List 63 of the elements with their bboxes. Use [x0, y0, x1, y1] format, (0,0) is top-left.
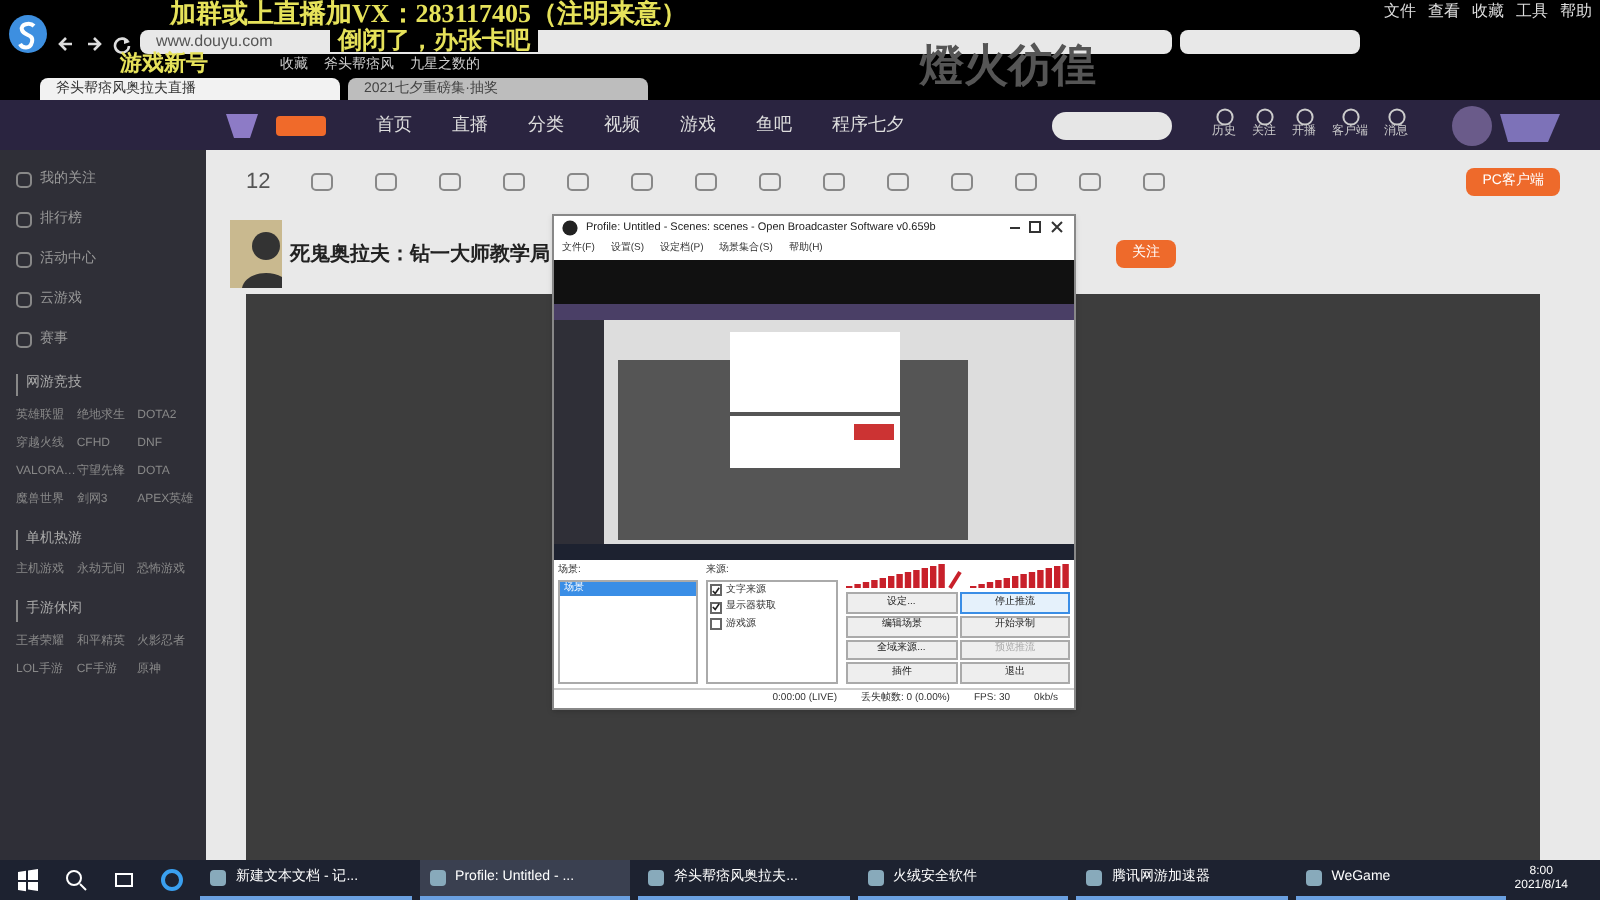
nav-link[interactable]: 程序七夕	[832, 111, 904, 139]
app-icon	[1084, 868, 1105, 888]
checkbox[interactable]	[710, 584, 722, 597]
shortcut-icon[interactable]	[758, 170, 783, 194]
shortcut-icon[interactable]	[374, 170, 399, 194]
nav-link[interactable]: 游戏	[680, 111, 716, 139]
overlay-text: 游戏新号	[120, 54, 208, 76]
app-icon	[646, 868, 667, 888]
menu-item[interactable]: 文件	[1384, 0, 1416, 24]
circle-icon	[1295, 108, 1313, 127]
nav-link[interactable]: 首页	[376, 111, 412, 139]
app-icon	[427, 868, 448, 888]
app-icon	[208, 868, 228, 888]
overlay-text: 加群或上直播加VX：283117405（注明来意）	[170, 0, 688, 26]
browser-icon[interactable]	[160, 868, 184, 892]
shortcut-icon[interactable]	[566, 170, 591, 194]
nav-link[interactable]: 直播	[452, 111, 488, 139]
circle-icon	[1341, 108, 1359, 127]
menu-item[interactable]: 收藏	[1472, 0, 1504, 24]
circle-icon	[1387, 108, 1405, 127]
nav-link[interactable]: 鱼吧	[756, 111, 792, 139]
refresh-icon[interactable]	[112, 34, 132, 54]
square-icon	[16, 172, 32, 188]
browser-logo-icon[interactable]	[8, 14, 48, 54]
nav-link[interactable]: 分类	[528, 111, 564, 139]
square-icon	[16, 212, 32, 228]
app-icon	[1303, 868, 1324, 888]
shortcut-icon[interactable]	[630, 170, 655, 194]
search-icon[interactable]	[64, 868, 88, 892]
search-field[interactable]	[1052, 111, 1172, 139]
shortcut-icon[interactable]	[886, 170, 911, 194]
circle-icon	[1255, 108, 1273, 127]
square-icon	[16, 332, 32, 348]
task-view-icon[interactable]	[112, 868, 136, 892]
stream-title: 死鬼奥拉夫：钻一大师教学局	[290, 241, 550, 269]
app-icon	[865, 868, 886, 888]
shortcut-icon[interactable]	[310, 170, 335, 194]
search-field[interactable]	[1180, 30, 1360, 54]
ranking-count: 12	[246, 167, 271, 198]
window-controls-icon[interactable]	[1006, 220, 1066, 236]
avatar-icon[interactable]	[230, 220, 282, 288]
windows-start-icon[interactable]	[16, 868, 40, 892]
square-icon	[16, 252, 32, 268]
shortcut-icon[interactable]	[950, 170, 975, 194]
shortcut-icon[interactable]	[502, 170, 527, 194]
shortcut-icon[interactable]	[694, 170, 719, 194]
back-icon[interactable]	[56, 34, 76, 54]
menu-item[interactable]: 帮助	[1560, 0, 1592, 24]
square-icon	[16, 292, 32, 308]
menu-item[interactable]: 查看	[1428, 0, 1460, 24]
shortcut-icon[interactable]	[1142, 170, 1167, 194]
forward-icon[interactable]	[84, 34, 104, 54]
checkbox[interactable]	[710, 601, 722, 614]
shortcut-icon[interactable]	[438, 170, 463, 194]
app-logo-icon	[562, 220, 578, 236]
nav-link[interactable]: 视频	[604, 111, 640, 139]
shortcut-icon[interactable]	[1014, 170, 1039, 194]
shortcut-icon[interactable]	[1078, 170, 1103, 194]
checkbox[interactable]	[710, 618, 722, 631]
menu-item[interactable]: 工具	[1516, 0, 1548, 24]
overlay-text: 倒闭了，办张卡吧	[330, 28, 538, 52]
shortcut-icon[interactable]	[822, 170, 847, 194]
circle-icon	[1215, 108, 1233, 127]
